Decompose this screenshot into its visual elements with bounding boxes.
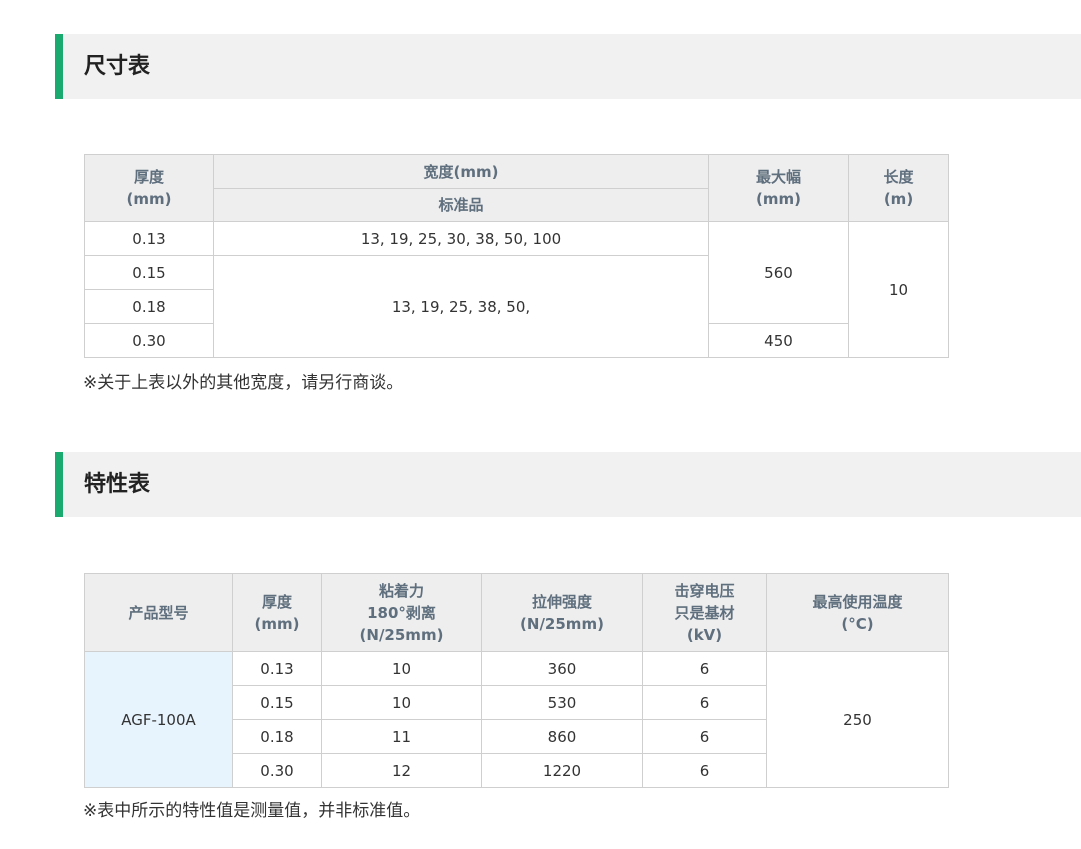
- breakdown-cell: 6: [642, 753, 767, 788]
- thickness-cell: 0.15: [84, 255, 214, 290]
- props-table-header-row: 产品型号 厚度 (mm) 粘着力 180°剥离 (N/25mm) 拉伸强度 (N…: [84, 573, 949, 652]
- breakdown-cell: 6: [642, 685, 767, 720]
- breakdown-cell: 6: [642, 719, 767, 754]
- header-breakdown: 击穿电压 只是基材 (kV): [642, 573, 767, 652]
- props-section-header: 特性表: [55, 452, 1081, 517]
- thickness-cell: 0.18: [84, 289, 214, 324]
- size-note: ※关于上表以外的其他宽度，请另行商谈。: [83, 373, 404, 393]
- adhesion-cell: 10: [321, 685, 482, 720]
- length-cell: 10: [848, 221, 949, 358]
- adhesion-cell: 11: [321, 719, 482, 754]
- header-thickness: 厚度 (mm): [232, 573, 322, 652]
- max-width-cell: 450: [708, 323, 849, 358]
- thickness-cell: 0.15: [232, 685, 322, 720]
- adhesion-cell: 10: [321, 651, 482, 686]
- thickness-cell: 0.30: [84, 323, 214, 358]
- breakdown-cell: 6: [642, 651, 767, 686]
- props-table: 产品型号 厚度 (mm) 粘着力 180°剥离 (N/25mm) 拉伸强度 (N…: [84, 573, 949, 788]
- props-note: ※表中所示的特性值是测量值，并非标准值。: [83, 801, 421, 821]
- header-adhesion: 粘着力 180°剥离 (N/25mm): [321, 573, 482, 652]
- table-row: AGF-100A 0.13 10 360 6 250: [84, 651, 949, 788]
- tensile-cell: 360: [481, 651, 643, 686]
- size-section-header: 尺寸表: [55, 34, 1081, 99]
- header-model: 产品型号: [84, 573, 233, 652]
- tensile-cell: 860: [481, 719, 643, 754]
- header-width-standard: 标准品: [213, 188, 709, 222]
- size-table: 厚度 (mm) 宽度(mm) 最大幅 (mm) 长度 (m) 标准品 0.13 …: [84, 154, 949, 358]
- size-section-title: 尺寸表: [84, 54, 151, 79]
- table-row: 0.13 13, 19, 25, 30, 38, 50, 100 560 10: [84, 221, 949, 358]
- max-temp-cell: 250: [766, 651, 949, 788]
- header-max-temp: 最高使用温度 (°C): [766, 573, 949, 652]
- width-cell: 13, 19, 25, 38, 50,: [213, 255, 709, 358]
- header-thickness: 厚度 (mm): [84, 154, 214, 222]
- header-tensile: 拉伸强度 (N/25mm): [481, 573, 643, 652]
- max-width-cell: 560: [708, 221, 849, 324]
- thickness-cell: 0.13: [232, 651, 322, 686]
- width-cell: 13, 19, 25, 30, 38, 50, 100: [213, 221, 709, 256]
- thickness-cell: 0.18: [232, 719, 322, 754]
- thickness-cell: 0.13: [84, 221, 214, 256]
- tensile-cell: 1220: [481, 753, 643, 788]
- adhesion-cell: 12: [321, 753, 482, 788]
- header-max-width: 最大幅 (mm): [708, 154, 849, 222]
- size-table-header-row: 厚度 (mm) 宽度(mm) 最大幅 (mm) 长度 (m): [84, 154, 949, 222]
- model-cell: AGF-100A: [84, 651, 233, 788]
- header-length: 长度 (m): [848, 154, 949, 222]
- tensile-cell: 530: [481, 685, 643, 720]
- props-section-title: 特性表: [84, 472, 151, 497]
- header-width: 宽度(mm): [213, 154, 709, 189]
- thickness-cell: 0.30: [232, 753, 322, 788]
